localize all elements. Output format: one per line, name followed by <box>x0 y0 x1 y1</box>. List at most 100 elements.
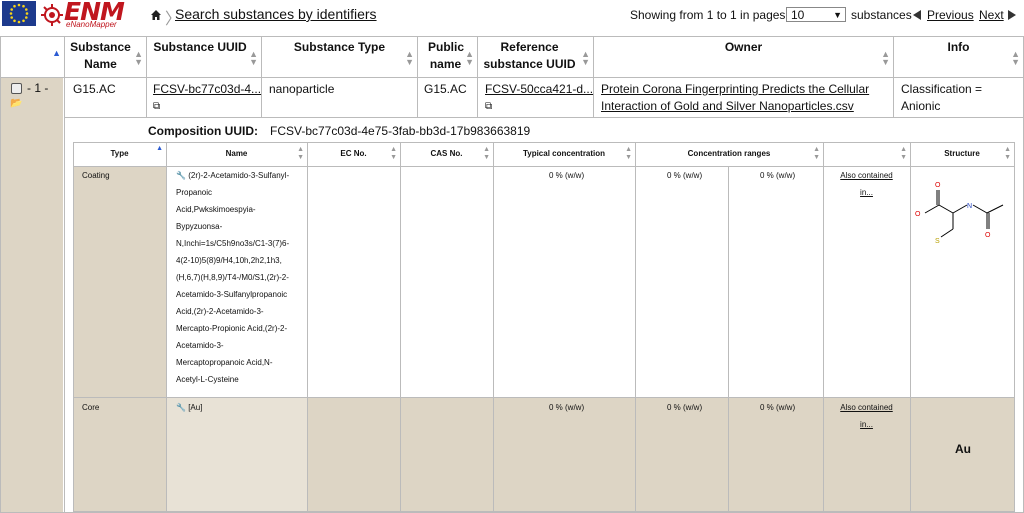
nitrogen-label: N <box>967 203 972 210</box>
copy-icon[interactable]: ⧉ <box>485 98 593 115</box>
header-label: Type <box>110 149 129 158</box>
sub-header-cas[interactable]: CAS No. ▲ ▼ <box>400 142 493 165</box>
header-divider <box>0 77 1024 78</box>
grid-line <box>400 142 401 512</box>
grid-line <box>635 142 636 512</box>
page-size-select[interactable]: 10 ▼ <box>786 7 846 22</box>
substance-uuid-cell: FCSV-bc77c03d-4... ⧉ <box>153 81 261 115</box>
reference-uuid-link[interactable]: FCSV-50cca421-d... <box>485 82 593 96</box>
sort-icon: ▲ ▼ <box>581 49 590 67</box>
coating-type-shade <box>73 166 166 397</box>
grid-line <box>307 142 308 512</box>
header-substance-name[interactable]: Substance Name ▲ ▼ <box>65 37 146 77</box>
paging-info: Showing from 1 to 1 in pages of <box>630 8 799 22</box>
header-label: Name <box>225 149 248 158</box>
grid-line <box>73 397 1015 398</box>
sort-icon: ▲ ▼ <box>249 49 258 67</box>
owner-link-line1[interactable]: Protein Corona Fingerprinting Predicts t… <box>601 81 869 98</box>
header-public-name[interactable]: Public name ▲ ▼ <box>418 37 477 77</box>
core-range-high: 0 % (w/w) <box>760 403 796 412</box>
copy-icon[interactable]: ⧉ <box>153 98 261 115</box>
sort-icon: ▲ ▼ <box>881 49 890 67</box>
top-bar: ENM eNanoMapper 〉 Search substances by i… <box>0 0 1024 36</box>
next-label: Next <box>979 8 1004 22</box>
substance-uuid-link[interactable]: FCSV-bc77c03d-4... <box>153 82 261 96</box>
chevron-down-icon: ▼ <box>833 10 842 20</box>
sort-icon: ▲ ▼ <box>625 146 632 161</box>
owner-link-line2[interactable]: Interaction of Gold and Silver Nanoparti… <box>601 98 869 115</box>
sub-header-typical[interactable]: Typical concentration ▲ ▼ <box>493 142 635 165</box>
header-substance-uuid[interactable]: Substance UUID ▲ ▼ <box>147 37 261 77</box>
header-label: Structure <box>944 149 980 158</box>
header-label: Reference substance UUID <box>483 40 576 71</box>
header-substance-type[interactable]: Substance Type ▲ ▼ <box>262 37 417 77</box>
sub-header-name[interactable]: Name ▲ ▼ <box>166 142 307 165</box>
header-label: Typical concentration <box>522 149 606 158</box>
grid-line <box>73 511 1015 512</box>
header-label: Substance Name <box>70 40 131 71</box>
row-select-checkbox[interactable] <box>11 83 22 94</box>
name-line: Acetamido-3- <box>176 341 224 350</box>
sub-header-ec[interactable]: EC No. ▲ ▼ <box>307 142 400 165</box>
core-also-contained-link[interactable]: Also contained in... <box>823 399 910 433</box>
header-owner[interactable]: Owner ▲ ▼ <box>594 37 893 77</box>
composition-uuid-value: FCSV-bc77c03d-4e75-3fab-bb3d-17b98366381… <box>270 124 531 138</box>
structure-diagram: O O N O S <box>915 182 1004 245</box>
substance-type-cell: nanoparticle <box>269 82 335 96</box>
core-range-low: 0 % (w/w) <box>667 403 703 412</box>
coating-also-contained-link[interactable]: Also contained in... <box>823 167 910 201</box>
sort-icon: ▲ ▼ <box>1004 146 1011 161</box>
sub-header-blank[interactable]: ▲ ▼ <box>823 142 910 165</box>
folder-open-icon[interactable]: 📂 <box>10 98 22 109</box>
substance-name-cell: G15.AC <box>73 82 116 96</box>
header-info[interactable]: Info ▲ ▼ <box>894 37 1023 77</box>
also-line: Also contained <box>840 171 893 180</box>
row-control-column <box>1 78 63 512</box>
wrench-icon[interactable]: 🔧 <box>176 171 186 180</box>
core-name: 🔧 [Au] <box>176 399 202 416</box>
core-type: Core <box>82 403 100 412</box>
sort-icon: ▲ ▼ <box>1011 49 1020 67</box>
header-select-column[interactable]: ▲ <box>1 37 64 77</box>
oxygen-label: O <box>915 211 921 218</box>
arrow-left-icon <box>913 10 921 20</box>
header-label: Owner <box>724 40 763 54</box>
arrow-right-icon <box>1007 10 1016 20</box>
row-number: - 1 - <box>27 81 49 95</box>
sort-icon: ▲ ▼ <box>405 49 414 67</box>
sub-header-structure[interactable]: Structure ▲ ▼ <box>910 142 1014 165</box>
previous-page-button[interactable]: Previous <box>913 8 974 22</box>
sort-icon: ▲ ▼ <box>900 146 907 161</box>
sub-header-type[interactable]: Type ▲ <box>73 142 166 165</box>
owner-cell[interactable]: Protein Corona Fingerprinting Predicts t… <box>601 81 869 115</box>
sort-icon: ▲ ▼ <box>390 146 397 161</box>
name-line: N,Inchi=1s/C5h9no3s/C1-3(7)6- <box>176 239 290 248</box>
sub-header-ranges[interactable]: Concentration ranges ▲ ▼ <box>635 142 823 165</box>
name-line: Acid,Pwkskimoespyia- <box>176 205 256 214</box>
col-divider <box>64 36 65 513</box>
sort-asc-icon: ▲ <box>52 48 61 58</box>
home-icon[interactable] <box>150 9 162 21</box>
sort-icon: ▲ ▼ <box>134 49 143 67</box>
core-typical-concentration: 0 % (w/w) <box>549 403 585 412</box>
next-page-button[interactable]: Next <box>979 8 1016 22</box>
name-line: (H,6,7)(H,8,9)/T4-/M0/S1,(2r)-2- <box>176 273 289 282</box>
enm-logo[interactable]: ENM eNanoMapper <box>38 0 134 29</box>
header-label: EC No. <box>340 149 367 158</box>
header-reference-uuid[interactable]: Reference substance UUID ▲ ▼ <box>478 37 593 77</box>
sort-icon: ▲ ▼ <box>297 146 304 161</box>
sort-asc-icon: ▲ <box>156 145 163 152</box>
name-line: Bypyzuonsa- <box>176 222 223 231</box>
composition-table: Type ▲ Name ▲ ▼ EC No. ▲ ▼ CAS No. ▲ ▼ Typical … <box>73 142 1015 512</box>
grid-line <box>1014 142 1015 512</box>
header-label: Public name <box>428 40 465 71</box>
page-size-value: 10 <box>791 8 805 22</box>
header-label: Concentration ranges <box>687 149 771 158</box>
wrench-icon[interactable]: 🔧 <box>176 403 186 412</box>
coating-typical-concentration: 0 % (w/w) <box>549 171 585 180</box>
name-line: Acid,(2r)-2-Acetamido-3- <box>176 307 264 316</box>
grid-line <box>493 142 494 512</box>
name-line: 4(2-10)5(8)9/H4,10h,2h2,1h3, <box>176 256 282 265</box>
breadcrumb-search-link[interactable]: Search substances by identifiers <box>175 6 377 22</box>
header-label: Info <box>947 40 970 54</box>
